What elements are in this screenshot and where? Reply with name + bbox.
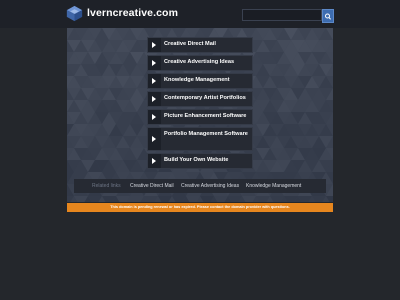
related-links-heading: Related links xyxy=(92,183,121,189)
link-arrow-box xyxy=(148,92,161,106)
related-link-creative-direct-mail[interactable]: Creative Direct Mail xyxy=(130,183,174,189)
arrow-right-icon xyxy=(152,158,156,164)
arrow-right-icon xyxy=(152,136,156,142)
link-item-creative-direct-mail[interactable]: Creative Direct Mail xyxy=(147,37,253,53)
related-link-knowledge-management[interactable]: Knowledge Management xyxy=(246,183,301,189)
cube-logo-icon[interactable] xyxy=(66,5,83,22)
main-panel: Creative Direct Mail Creative Advertisin… xyxy=(67,28,333,202)
link-arrow-box xyxy=(148,74,161,88)
link-item-portfolio-management-software[interactable]: Portfolio Management Software xyxy=(147,127,253,151)
related-links-bar: Related links Creative Direct Mail Creat… xyxy=(74,179,326,193)
arrow-right-icon xyxy=(152,60,156,66)
link-label[interactable]: Knowledge Management xyxy=(164,77,250,84)
link-item-creative-advertising-ideas[interactable]: Creative Advertising Ideas xyxy=(147,55,253,71)
related-link-creative-advertising-ideas[interactable]: Creative Advertising Ideas xyxy=(181,183,239,189)
link-label[interactable]: Creative Direct Mail xyxy=(164,41,250,48)
search-icon xyxy=(325,13,331,20)
link-item-contemporary-artist-portfolios[interactable]: Contemporary Artist Portfolios xyxy=(147,91,253,107)
search-button[interactable] xyxy=(322,9,334,23)
link-item-build-your-own-website[interactable]: Build Your Own Website xyxy=(147,153,253,169)
site-title[interactable]: lverncreative.com xyxy=(87,7,178,19)
link-label[interactable]: Picture Enhancement Software xyxy=(164,113,250,120)
link-label[interactable]: Creative Advertising Ideas xyxy=(164,59,250,66)
arrow-right-icon xyxy=(152,78,156,84)
arrow-right-icon xyxy=(152,114,156,120)
link-arrow-box xyxy=(148,110,161,124)
arrow-right-icon xyxy=(152,96,156,102)
link-arrow-box xyxy=(148,56,161,70)
link-item-knowledge-management[interactable]: Knowledge Management xyxy=(147,73,253,89)
link-list: Creative Direct Mail Creative Advertisin… xyxy=(147,37,253,171)
arrow-right-icon xyxy=(152,42,156,48)
link-item-picture-enhancement-software[interactable]: Picture Enhancement Software xyxy=(147,109,253,125)
search-input[interactable] xyxy=(242,9,322,21)
link-label[interactable]: Build Your Own Website xyxy=(164,157,250,164)
link-label[interactable]: Portfolio Management Software xyxy=(164,131,250,138)
link-arrow-box xyxy=(148,38,161,52)
header: lverncreative.com xyxy=(0,0,400,28)
expiry-notice-banner: This domain is pending renewal or has ex… xyxy=(67,203,333,212)
link-label[interactable]: Contemporary Artist Portfolios xyxy=(164,95,250,102)
link-arrow-box xyxy=(148,154,161,168)
link-arrow-box xyxy=(148,128,161,150)
